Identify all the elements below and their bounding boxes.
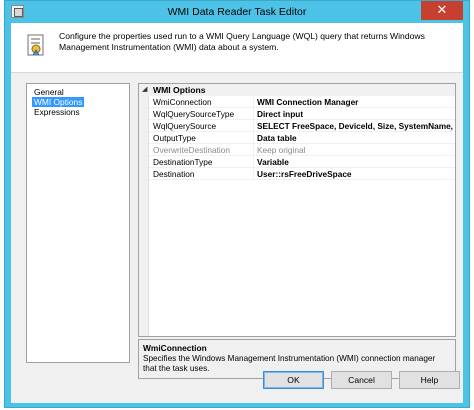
close-button[interactable]: ✕ — [421, 1, 463, 20]
title-bar[interactable]: WMI Data Reader Task Editor ✕ — [5, 1, 469, 23]
property-row-wqlquerysource[interactable]: WqlQuerySource SELECT FreeSpace, DeviceI… — [149, 120, 455, 132]
property-name: OutputType — [153, 133, 196, 143]
property-value[interactable]: User::rsFreeDriveSpace — [257, 168, 455, 180]
property-value[interactable]: Variable — [257, 156, 455, 168]
property-grid: ◢ WMI Options WmiConnection WMI Connecti… — [138, 83, 456, 337]
column-divider — [253, 144, 254, 156]
property-value[interactable]: SELECT FreeSpace, DeviceId, Size, System… — [257, 120, 455, 132]
help-button[interactable]: Help — [399, 371, 460, 389]
close-icon: ✕ — [436, 2, 448, 17]
category-label: WMI Options — [153, 85, 206, 95]
property-row-outputtype[interactable]: OutputType Data table — [149, 132, 455, 144]
page-navigation-list: General WMI Options Expressions — [26, 83, 130, 363]
property-name: OverwriteDestination — [153, 145, 231, 155]
wmi-task-icon — [27, 34, 44, 56]
property-name: DestinationType — [153, 157, 213, 167]
column-divider — [253, 120, 254, 132]
collapse-triangle-icon[interactable]: ◢ — [142, 85, 147, 95]
category-row-wmi-options[interactable]: ◢ WMI Options — [139, 84, 455, 96]
header-description: Configure the properties used run to a W… — [59, 31, 425, 52]
column-divider — [253, 108, 254, 120]
property-name: WqlQuerySourceType — [153, 109, 235, 119]
header-area: Configure the properties used run to a W… — [11, 23, 463, 73]
description-title: WmiConnection — [143, 343, 207, 353]
column-divider — [253, 132, 254, 144]
property-row-wqlquerysourcetype[interactable]: WqlQuerySourceType Direct input — [149, 108, 455, 120]
property-value[interactable]: WMI Connection Manager — [257, 96, 455, 108]
ok-button[interactable]: OK — [263, 371, 324, 389]
property-name: WmiConnection — [153, 97, 212, 107]
property-name: WqlQuerySource — [153, 121, 217, 131]
column-divider — [253, 156, 254, 168]
grid-margin — [139, 84, 149, 336]
dialog-client-area: Configure the properties used run to a W… — [11, 23, 463, 403]
column-divider — [253, 96, 254, 108]
nav-item-general[interactable]: General — [32, 87, 66, 97]
nav-item-wmi-options[interactable]: WMI Options — [32, 97, 85, 107]
property-value[interactable]: Data table — [257, 132, 455, 144]
property-row-destination[interactable]: Destination User::rsFreeDriveSpace — [149, 168, 455, 180]
property-name: Destination — [153, 169, 195, 179]
property-row-destinationtype[interactable]: DestinationType Variable — [149, 156, 455, 168]
cancel-button[interactable]: Cancel — [331, 371, 392, 389]
column-divider — [253, 168, 254, 180]
property-row-wmiconnection[interactable]: WmiConnection WMI Connection Manager — [149, 96, 455, 108]
window-title: WMI Data Reader Task Editor — [167, 6, 307, 18]
property-row-overwritedestination: OverwriteDestination Keep original — [149, 144, 455, 156]
nav-item-expressions[interactable]: Expressions — [32, 107, 82, 117]
dialog-window: WMI Data Reader Task Editor ✕ Configure … — [4, 0, 470, 408]
property-value: Keep original — [257, 145, 306, 155]
property-value[interactable]: Direct input — [257, 108, 455, 120]
